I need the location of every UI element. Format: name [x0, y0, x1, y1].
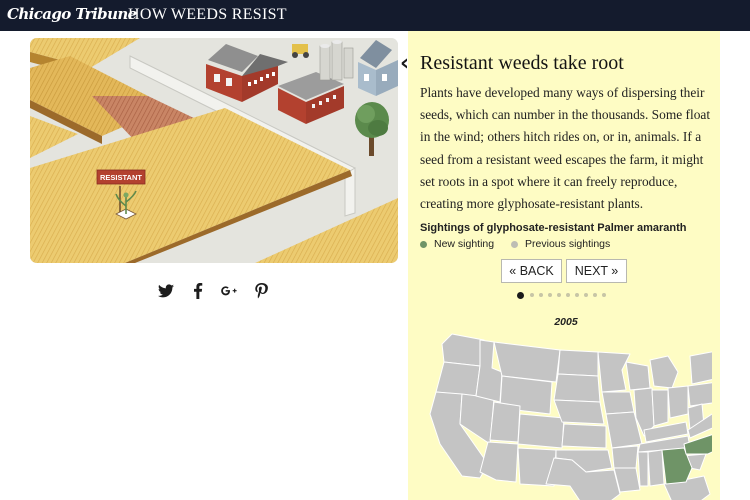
pager-dot[interactable] — [557, 293, 561, 297]
previous-sighting-swatch — [511, 240, 519, 248]
story-panel: ‹ Resistant weeds take root Plants have … — [400, 31, 720, 500]
farm-scene: RESISTANT — [30, 38, 398, 263]
state-pennsylvania — [687, 382, 712, 407]
state-arkansas — [611, 445, 639, 469]
legend-item-previous: Previous sightings — [511, 238, 610, 250]
state-mississippi — [637, 451, 649, 487]
state-indiana — [651, 389, 669, 427]
farm-illustration: RESISTANT — [30, 38, 398, 263]
next-button[interactable]: NEXT » — [566, 259, 627, 283]
top-bar: Chicago Tribune HOW WEEDS RESIST — [0, 0, 750, 31]
state-alabama — [647, 449, 665, 487]
pager-dot[interactable] — [566, 293, 570, 297]
pager-dot[interactable] — [539, 293, 543, 297]
step-pager — [517, 291, 611, 299]
legend-title: Sightings of glyphosate-resistant Palmer… — [420, 222, 687, 234]
page-title[interactable]: HOW WEEDS RESIST — [128, 6, 287, 24]
pager-dot[interactable] — [548, 293, 552, 297]
state-arizona — [479, 441, 519, 483]
back-button[interactable]: « BACK — [501, 259, 562, 283]
legend-label-new: New sighting — [434, 238, 495, 250]
us-sightings-map — [429, 333, 712, 500]
state-kansas — [561, 423, 607, 449]
state-minnesota — [597, 351, 631, 393]
state-north-dakota — [557, 349, 599, 377]
state-nebraska — [553, 399, 605, 425]
pager-dot[interactable] — [517, 291, 524, 299]
state-oregon — [435, 361, 481, 397]
pager-dot[interactable] — [584, 293, 588, 297]
state-utah — [489, 401, 521, 443]
facebook-share-button[interactable] — [187, 280, 209, 302]
google-plus-icon — [221, 286, 237, 296]
state-new-york — [689, 351, 712, 385]
facebook-icon — [194, 283, 203, 299]
share-bar — [155, 280, 275, 302]
pager-dot[interactable] — [602, 293, 606, 297]
state-south-dakota — [553, 373, 601, 403]
pager-dot[interactable] — [575, 293, 579, 297]
twitter-icon — [158, 284, 174, 298]
new-sighting-swatch — [420, 240, 427, 248]
step-body: Plants have developed many ways of dispe… — [420, 85, 711, 212]
state-colorado — [517, 413, 565, 449]
pager-dot[interactable] — [530, 293, 534, 297]
state-michigan — [649, 355, 679, 389]
legend-label-previous: Previous sightings — [525, 238, 611, 250]
state-ohio — [667, 385, 689, 419]
brand-logo[interactable]: Chicago Tribune — [7, 5, 137, 23]
pinterest-share-button[interactable] — [250, 280, 272, 302]
pager-dot[interactable] — [593, 293, 597, 297]
twitter-share-button[interactable] — [155, 280, 177, 302]
state-wisconsin — [625, 361, 651, 391]
google-plus-share-button[interactable] — [218, 280, 240, 302]
state-washington — [441, 333, 485, 367]
state-iowa — [601, 391, 635, 415]
legend-item-new: New sighting — [420, 238, 494, 250]
resistant-sign-label: RESISTANT — [100, 173, 142, 182]
pinterest-icon — [254, 283, 268, 299]
step-title: Resistant weeds take root — [420, 52, 624, 74]
chevron-left-icon[interactable]: ‹ — [400, 53, 409, 75]
legend: New sighting Previous sightings — [420, 238, 624, 251]
